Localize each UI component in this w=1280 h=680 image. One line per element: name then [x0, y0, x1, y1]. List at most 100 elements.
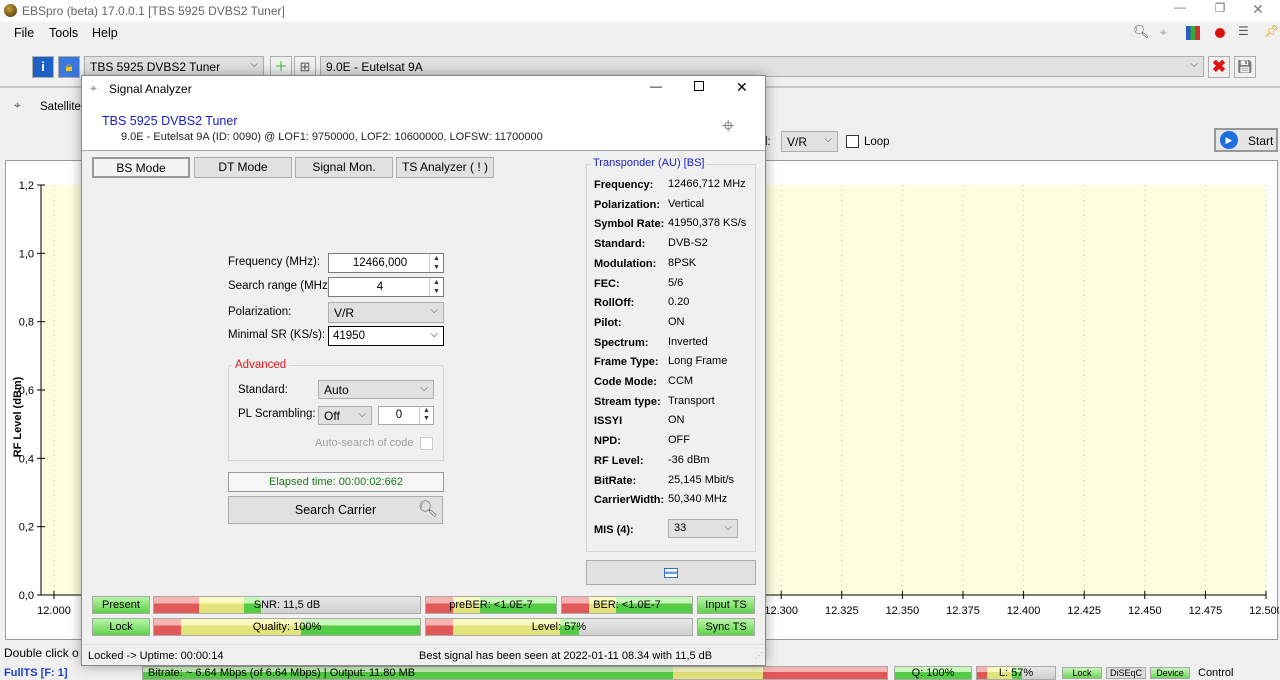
- save-button[interactable]: 💾︎: [1234, 56, 1256, 78]
- tab-dt-mode[interactable]: DT Mode: [194, 157, 292, 178]
- menu-file[interactable]: File: [14, 26, 34, 40]
- satellite-dish-icon[interactable]: ⌖: [1160, 25, 1167, 40]
- loop-label: Loop: [864, 136, 890, 148]
- polarization-select[interactable]: V/R ⌵: [328, 302, 444, 323]
- chevron-down-icon: ⌵: [824, 134, 832, 145]
- transponder-value: ON: [668, 315, 685, 328]
- present-indicator: Present: [92, 596, 150, 614]
- x-tick-label: 12.450: [1128, 605, 1162, 617]
- polarization-label: Polarization:: [228, 306, 292, 318]
- transponder-toggle-button[interactable]: [586, 560, 756, 585]
- frequency-spinner[interactable]: ▲ ▼: [429, 254, 443, 272]
- y-tick-label: 0,0: [19, 590, 34, 602]
- tab-ts-analyzer[interactable]: TS Analyzer ( ! ): [396, 157, 494, 178]
- input-ts-indicator: Input TS: [697, 596, 755, 614]
- transponder-value: Long Frame: [668, 355, 728, 368]
- transponder-value: 8PSK: [668, 256, 697, 269]
- delete-button[interactable]: ✖: [1208, 56, 1230, 78]
- auto-search-checkbox[interactable]: [420, 437, 433, 450]
- scan-polarization-select[interactable]: V/R ⌵: [781, 131, 838, 152]
- dialog-title: Signal Analyzer: [109, 82, 192, 96]
- transponder-value: 50,340 MHz: [668, 493, 728, 506]
- transponder-value: 5/6: [668, 276, 684, 289]
- tab-signal-mon[interactable]: Signal Mon.: [295, 157, 393, 178]
- tab-bs-mode[interactable]: BS Mode: [92, 157, 190, 178]
- search-range-value: 4: [376, 281, 384, 293]
- transponder-value: ON: [668, 414, 685, 427]
- transponder-key: Stream type:: [594, 395, 661, 408]
- search-range-label: Search range (MHz):: [228, 280, 335, 292]
- list-icon[interactable]: ☰: [1238, 24, 1249, 38]
- search-range-input[interactable]: 4 ▲ ▼: [328, 277, 444, 297]
- status-quality-bar: Q: 100%: [894, 666, 972, 680]
- mis-label: MIS (4):: [594, 524, 634, 536]
- tuner-select[interactable]: TBS 5925 DVBS2 Tuner ⌵: [84, 56, 264, 77]
- x-tick-label: 12.425: [1067, 605, 1101, 617]
- satellite-select[interactable]: 9.0E - Eutelsat 9A ⌵: [320, 56, 1204, 77]
- info-button[interactable]: i: [32, 56, 54, 78]
- mis-select[interactable]: 33 ⌵: [668, 519, 738, 538]
- status-level-bar: L: 57%: [976, 666, 1056, 680]
- search-icon[interactable]: 🔍︎: [1133, 24, 1150, 40]
- resize-grip-icon[interactable]: ⋰: [755, 651, 763, 660]
- dialog-maximize-button[interactable]: [694, 81, 704, 91]
- lock-button[interactable]: 🔒︎: [58, 56, 80, 78]
- pl-code-spinner[interactable]: ▲ ▼: [419, 407, 433, 424]
- transponder-value: Inverted: [668, 335, 708, 348]
- pl-code-input[interactable]: 0 ▲ ▼: [378, 406, 434, 425]
- best-signal-text: Best signal has been seen at 2022-01-11 …: [419, 650, 713, 662]
- transponder-key: ISSYI: [594, 415, 623, 428]
- snr-bar: SNR: 11,5 dB: [153, 596, 421, 614]
- dialog-close-button[interactable]: ✕: [736, 79, 748, 96]
- transponder-details: Frequency: 12466,712 MHz Polarization: Vert…: [582, 177, 756, 517]
- quality-bar: Quality: 100%: [153, 618, 421, 636]
- transponder-key: RF Level:: [594, 454, 644, 467]
- bar-chart-icon[interactable]: [1186, 26, 1200, 40]
- minimal-sr-select[interactable]: 41950 ⌵: [328, 326, 444, 346]
- transponder-value: CCM: [668, 375, 694, 387]
- elapsed-time-box: Elapsed time: 00:00:02:662: [228, 472, 444, 492]
- transponder-key: FEC:: [594, 277, 620, 290]
- minimize-button[interactable]: —: [1168, 0, 1192, 14]
- lock-indicator: Lock: [92, 618, 150, 636]
- snr-text: SNR: 11,5 dB: [253, 599, 321, 611]
- transponder-key: RollOff:: [594, 297, 635, 310]
- window-title: EBSpro (beta) 17.0.0.1 [TBS 5925 DVBS2 T…: [22, 4, 285, 18]
- transponder-value: DVB-S2: [668, 237, 708, 250]
- maximize-button[interactable]: ❐: [1208, 1, 1232, 15]
- fullts-label[interactable]: FullTS [F: 1]: [4, 667, 68, 679]
- control-label[interactable]: Control: [1198, 667, 1233, 679]
- pin-icon[interactable]: 📌︎: [1264, 24, 1279, 38]
- bitrate-text: Bitrate: ~ 6.64 Mbps (of 6.64 Mbps) | Ou…: [148, 667, 416, 679]
- transponder-key: Code Mode:: [594, 376, 657, 388]
- chevron-down-icon: ⌵: [1190, 59, 1198, 70]
- signal-analyzer-icon: ⌖: [90, 81, 97, 95]
- chevron-down-icon: ⌵: [358, 409, 366, 420]
- dialog-minimize-button[interactable]: —: [650, 79, 662, 93]
- satellite-value: 9.0E - Eutelsat 9A: [326, 60, 423, 74]
- x-tick-label: 12.325: [825, 605, 859, 617]
- status-hint: Double click o: [4, 646, 79, 660]
- transponder-value: Vertical: [668, 197, 705, 210]
- chevron-down-icon: ⌵: [724, 522, 732, 533]
- polarization-value: V/R: [334, 306, 355, 320]
- start-button[interactable]: ▶ Start: [1214, 128, 1278, 152]
- level-text: Level: 57%: [531, 621, 587, 633]
- app-logo-icon: [4, 4, 17, 17]
- transponder-value: OFF: [668, 434, 690, 447]
- sync-ts-indicator: Sync TS: [697, 618, 755, 636]
- pl-scrambling-select[interactable]: Off ⌵: [318, 406, 372, 425]
- x-tick-label: 12.300: [764, 605, 798, 617]
- transponder-key: Polarization:: [594, 198, 661, 211]
- search-range-spinner[interactable]: ▲ ▼: [429, 278, 443, 296]
- frequency-input[interactable]: 12466,000 ▲ ▼: [328, 253, 444, 273]
- y-tick-label: 0,2: [19, 522, 34, 534]
- loop-checkbox[interactable]: [846, 135, 859, 148]
- standard-select[interactable]: Auto ⌵: [318, 380, 434, 399]
- pl-scrambling-value: Off: [324, 409, 340, 423]
- menu-tools[interactable]: Tools: [49, 26, 78, 40]
- search-carrier-button[interactable]: Search Carrier 🔍︎: [228, 496, 443, 524]
- record-icon[interactable]: [1215, 28, 1225, 38]
- close-button[interactable]: ✕: [1246, 1, 1270, 18]
- menu-help[interactable]: Help: [92, 26, 118, 40]
